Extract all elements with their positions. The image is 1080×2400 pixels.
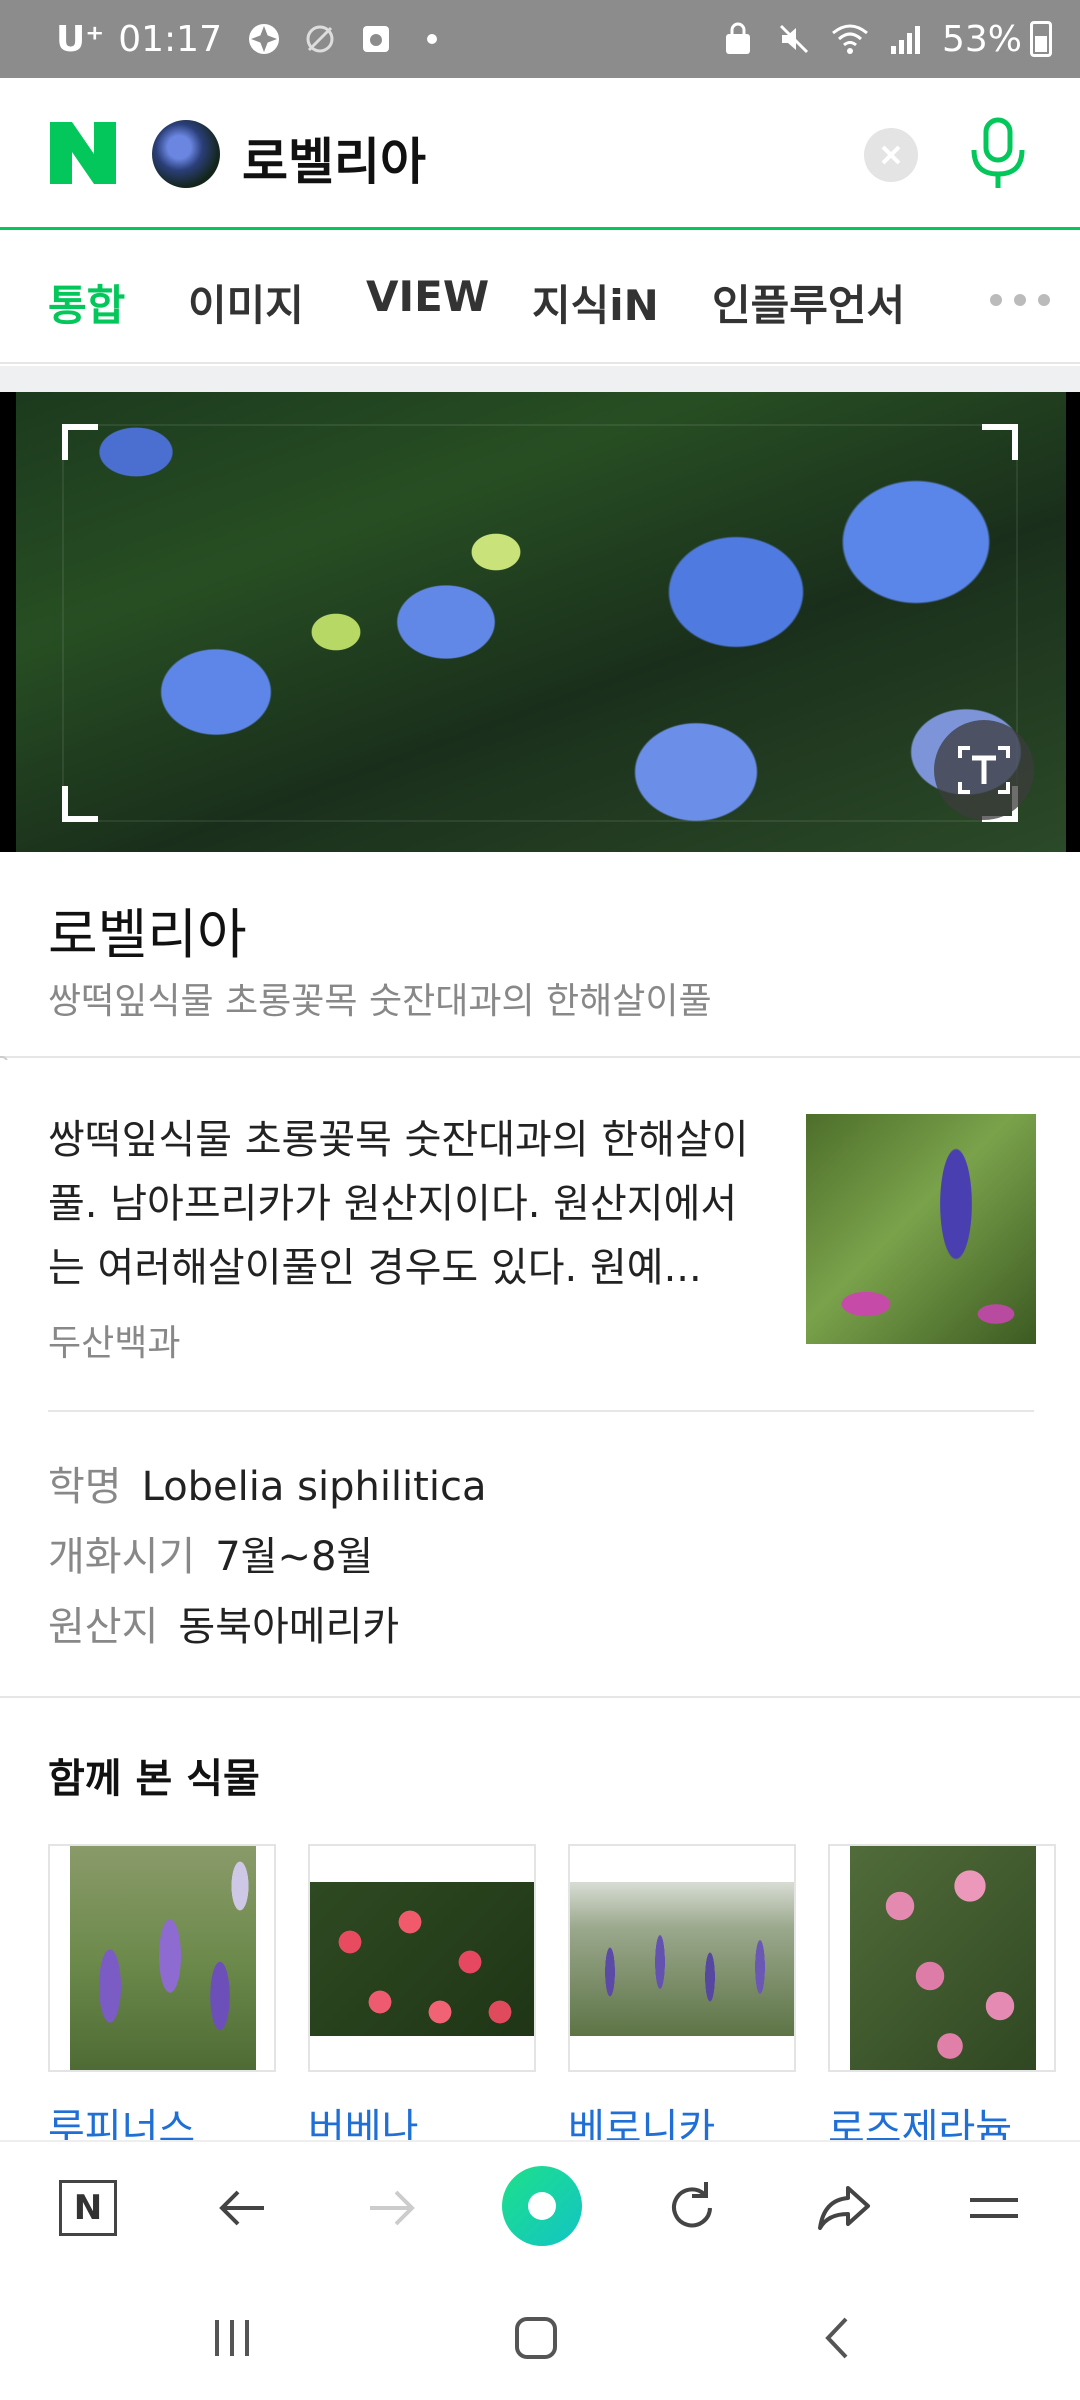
plant-description: 쌍떡잎식물 초롱꽃목 숫잔대과의 한해살이풀. 남아프리카가 원산지이다. 원산… [48, 1117, 749, 1291]
related-card-verbena[interactable]: 버베나 [308, 1844, 536, 2154]
query-image-thumbnail[interactable] [152, 120, 220, 188]
browser-toolbar: N [0, 2140, 1080, 2272]
section-spacer [0, 366, 1080, 392]
system-back-button[interactable] [808, 2308, 868, 2368]
related-image [828, 1844, 1056, 2072]
info-label: 개화시기 [48, 1534, 196, 1580]
refresh-button[interactable] [656, 2172, 728, 2244]
menu-button[interactable] [958, 2172, 1030, 2244]
related-image [308, 1844, 536, 2072]
related-image [48, 1844, 276, 2072]
back-arrow-icon [219, 2190, 264, 2226]
tab-knowledge-in[interactable]: 지식iN [532, 272, 659, 333]
lock-app-icon [718, 19, 758, 59]
search-query[interactable]: 로벨리아 [242, 122, 426, 194]
related-card-rose-geranium[interactable]: 로즈제라늄 [828, 1844, 1056, 2154]
plant-thumbnail[interactable] [806, 1114, 1036, 1344]
related-title: 함께 본 식물 [48, 1756, 260, 1802]
system-navigation-bar [0, 2272, 1080, 2400]
plant-header: 로벨리아 쌍떡잎식물 초롱꽃목 숫잔대과의 한해살이풀 [0, 852, 1080, 1058]
tab-integrated[interactable]: 통합 [48, 272, 125, 333]
signal-icon [886, 19, 926, 59]
clear-search-button[interactable] [864, 128, 918, 182]
info-row-scientific-name: 학명 Lobelia siphilitica [48, 1454, 486, 1512]
info-value: Lobelia siphilitica [141, 1464, 487, 1510]
clock: 01:17 [118, 18, 222, 60]
chevron-left-icon [825, 2317, 848, 2359]
scan-corner-bottom-left [62, 786, 98, 822]
forward-button[interactable] [356, 2172, 428, 2244]
plant-info: 학명 Lobelia siphilitica 개화시기 7월~8월 원산지 동북아메리… [0, 1412, 1080, 1698]
text-scan-icon [958, 746, 1010, 794]
info-label: 학명 [48, 1464, 122, 1510]
related-plants: 함께 본 식물 루피너스 버베나 베로니카 로즈제라늄 [0, 1700, 1080, 2152]
share-button[interactable] [808, 2172, 880, 2244]
status-bar: U⁺ 01:17 53% [0, 0, 1080, 78]
encyclopedia-card[interactable]: 쌍떡잎식물 초롱꽃목 숫잔대과의 한해살이풀. 남아프리카가 원산지이다. 원산… [0, 1060, 1080, 1410]
green-dot-button[interactable] [502, 2166, 582, 2246]
info-value: 동북아메리카 [178, 1604, 400, 1650]
hero-image[interactable] [0, 392, 1080, 852]
shutter-icon [244, 19, 284, 59]
share-icon [818, 2186, 870, 2230]
home-button[interactable] [506, 2308, 566, 2368]
recent-apps-button[interactable] [202, 2308, 262, 2368]
more-notifications-dot-icon [412, 19, 452, 59]
close-icon [881, 145, 901, 165]
info-value: 7월~8월 [215, 1534, 374, 1580]
related-card-veronica[interactable]: 베로니카 [568, 1844, 796, 2154]
notification-app-icon [356, 19, 396, 59]
refresh-icon [672, 2182, 712, 2228]
related-card-lupinus[interactable]: 루피너스 [48, 1844, 276, 2154]
info-label: 원산지 [48, 1604, 159, 1650]
tab-influencer[interactable]: 인플루언서 [712, 272, 905, 333]
mute-icon [774, 19, 814, 59]
forward-arrow-icon [370, 2190, 415, 2226]
plant-name[interactable]: 로벨리아 [48, 890, 247, 969]
menu-icon [970, 2198, 1018, 2218]
search-tabs: 통합 이미지 VIEW 지식iN 인플루언서 [0, 232, 1080, 364]
naver-home-button[interactable]: N [52, 2172, 124, 2244]
source-label[interactable]: 두산백과 [48, 1314, 180, 1366]
info-row-origin: 원산지 동북아메리카 [48, 1594, 399, 1652]
tab-view[interactable]: VIEW [366, 272, 489, 321]
home-icon [515, 2317, 557, 2359]
text-recognition-button[interactable] [934, 720, 1034, 820]
battery-icon [1030, 21, 1052, 57]
scan-frame [62, 424, 1018, 822]
battery-percent: 53% [941, 18, 1022, 60]
scan-corner-top-right [982, 424, 1018, 460]
sync-off-icon [300, 19, 340, 59]
wifi-icon [830, 19, 870, 59]
naver-logo-icon[interactable] [50, 122, 116, 184]
microphone-icon[interactable] [966, 116, 1030, 192]
plant-classification: 쌍떡잎식물 초롱꽃목 숫잔대과의 한해살이풀 [48, 981, 712, 1022]
carrier-label: U⁺ [56, 18, 105, 60]
tab-images[interactable]: 이미지 [188, 272, 304, 333]
more-tabs-icon[interactable] [990, 294, 1050, 306]
recent-apps-icon [215, 2320, 249, 2356]
related-image [568, 1844, 796, 2072]
search-bar: 로벨리아 [0, 78, 1080, 230]
info-row-bloom-period: 개화시기 7월~8월 [48, 1524, 373, 1582]
scan-corner-top-left [62, 424, 98, 460]
naver-home-icon: N [59, 2180, 117, 2236]
back-button[interactable] [206, 2172, 278, 2244]
